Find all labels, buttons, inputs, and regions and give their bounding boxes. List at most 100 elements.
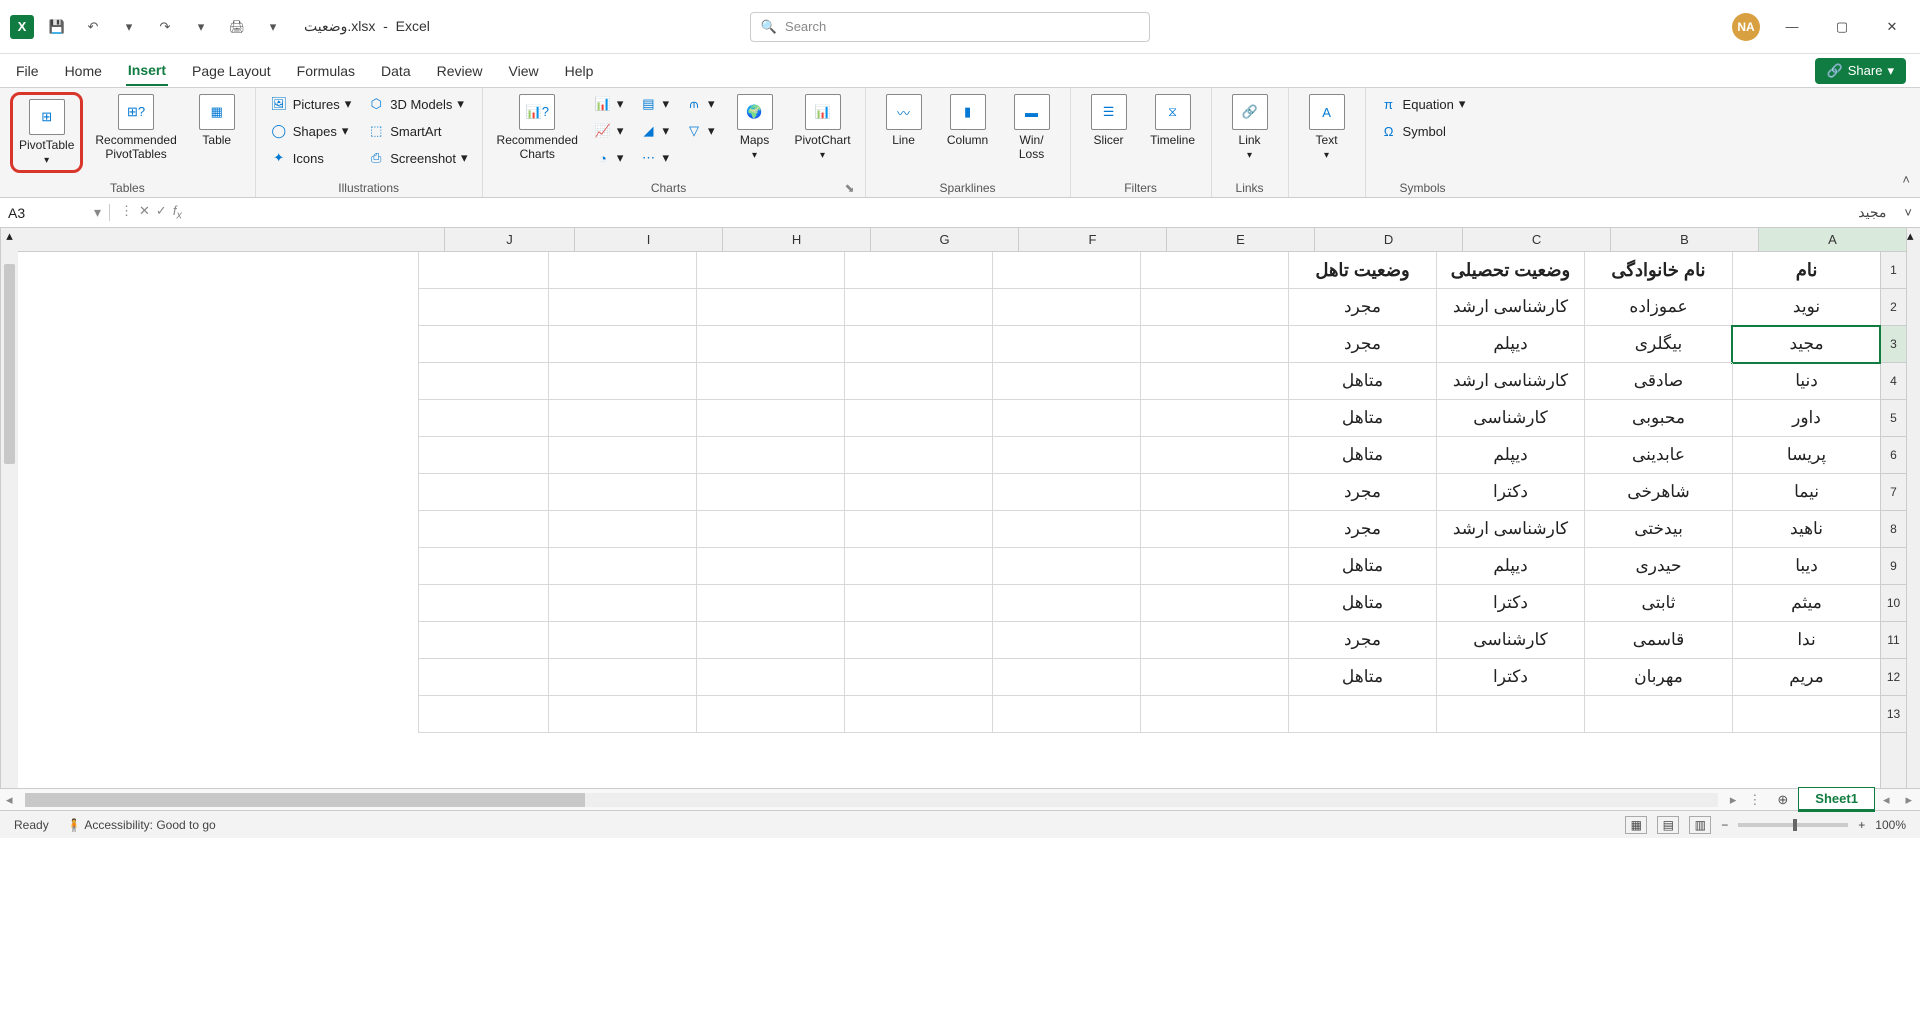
cell-F4[interactable] xyxy=(992,363,1140,400)
area-chart-button[interactable]: ◢▾ xyxy=(635,119,673,143)
cell-J5[interactable] xyxy=(418,400,548,437)
row-header[interactable]: 1 xyxy=(1881,252,1906,289)
cell-B12[interactable]: مهربان xyxy=(1584,659,1732,696)
cell-I3[interactable] xyxy=(548,326,696,363)
cell-A13[interactable] xyxy=(1732,696,1880,733)
cell-A9[interactable]: دیبا xyxy=(1732,548,1880,585)
cell-A1[interactable]: نام xyxy=(1732,252,1880,289)
tab-view[interactable]: View xyxy=(507,57,541,85)
col-header-H[interactable]: H xyxy=(722,228,870,251)
row-header[interactable]: 5 xyxy=(1881,400,1906,437)
cell-C3[interactable]: دیپلم xyxy=(1436,326,1584,363)
tab-insert[interactable]: Insert xyxy=(126,56,168,86)
qat-customize-icon[interactable]: ▾ xyxy=(260,14,286,40)
cell-H7[interactable] xyxy=(696,474,844,511)
undo-icon[interactable]: ↶ xyxy=(80,14,106,40)
cancel-formula-icon[interactable]: ✕ xyxy=(139,203,150,222)
redo-icon[interactable]: ↷ xyxy=(152,14,178,40)
cell-B3[interactable]: بیگلری xyxy=(1584,326,1732,363)
cell-D7[interactable]: مجرد xyxy=(1288,474,1436,511)
formula-input[interactable]: مجید xyxy=(192,204,1897,221)
cell-F12[interactable] xyxy=(992,659,1140,696)
row-header[interactable]: 9 xyxy=(1881,548,1906,585)
scatter-chart-button[interactable]: ⋯▾ xyxy=(635,146,673,170)
cell-B10[interactable]: ثابتی xyxy=(1584,585,1732,622)
cell-J10[interactable] xyxy=(418,585,548,622)
cell-H10[interactable] xyxy=(696,585,844,622)
pie-chart-button[interactable]: ◔▾ xyxy=(590,146,628,170)
cell-G6[interactable] xyxy=(844,437,992,474)
maps-button[interactable]: 🌍 Maps ▾ xyxy=(727,92,783,163)
cell-B6[interactable]: عابدینی xyxy=(1584,437,1732,474)
cell-D2[interactable]: مجرد xyxy=(1288,289,1436,326)
cell-B13[interactable] xyxy=(1584,696,1732,733)
cell-F5[interactable] xyxy=(992,400,1140,437)
fx-icon[interactable]: fx xyxy=(173,203,182,222)
cell-C7[interactable]: دکترا xyxy=(1436,474,1584,511)
cell-A8[interactable]: ناهید xyxy=(1732,511,1880,548)
undo-dropdown-icon[interactable]: ▾ xyxy=(116,14,142,40)
cell-I10[interactable] xyxy=(548,585,696,622)
row-header[interactable]: 6 xyxy=(1881,437,1906,474)
enter-formula-icon[interactable]: ✓ xyxy=(156,203,167,222)
cell-C10[interactable]: دکترا xyxy=(1436,585,1584,622)
cell-D5[interactable]: متاهل xyxy=(1288,400,1436,437)
bar-chart-button[interactable]: ▤▾ xyxy=(635,92,673,116)
cell-J9[interactable] xyxy=(418,548,548,585)
cell-J11[interactable] xyxy=(418,622,548,659)
cell-D11[interactable]: مجرد xyxy=(1288,622,1436,659)
close-button[interactable]: ✕ xyxy=(1874,9,1910,45)
cell-J3[interactable] xyxy=(418,326,548,363)
cell-I8[interactable] xyxy=(548,511,696,548)
row-header[interactable]: 10 xyxy=(1881,585,1906,622)
user-avatar[interactable]: NA xyxy=(1732,13,1760,41)
cell-F8[interactable] xyxy=(992,511,1140,548)
screenshot-button[interactable]: ⎙Screenshot ▾ xyxy=(363,146,471,170)
cell-C4[interactable]: کارشناسی ارشد xyxy=(1436,363,1584,400)
zoom-slider[interactable] xyxy=(1738,823,1848,827)
cell-F7[interactable] xyxy=(992,474,1140,511)
cell-H13[interactable] xyxy=(696,696,844,733)
tab-review[interactable]: Review xyxy=(435,57,485,85)
cell-I12[interactable] xyxy=(548,659,696,696)
smartart-button[interactable]: ⬚SmartArt xyxy=(363,119,471,143)
cell-B4[interactable]: صادقی xyxy=(1584,363,1732,400)
sparkline-line-button[interactable]: 〰Line xyxy=(876,92,932,149)
cell-H1[interactable] xyxy=(696,252,844,289)
cell-A5[interactable]: داور xyxy=(1732,400,1880,437)
cell-A10[interactable]: میثم xyxy=(1732,585,1880,622)
tab-formulas[interactable]: Formulas xyxy=(295,57,357,85)
recommended-pivottables-button[interactable]: ⊞? Recommended PivotTables xyxy=(91,92,180,164)
cell-A11[interactable]: ندا xyxy=(1732,622,1880,659)
print-icon[interactable]: 🖨 xyxy=(224,14,250,40)
cell-G2[interactable] xyxy=(844,289,992,326)
cell-B9[interactable]: حیدری xyxy=(1584,548,1732,585)
cell-C12[interactable]: دکترا xyxy=(1436,659,1584,696)
cell-F11[interactable] xyxy=(992,622,1140,659)
sheet-nav-right[interactable]: ▸ xyxy=(1897,792,1920,808)
cell-A7[interactable]: نیما xyxy=(1732,474,1880,511)
tab-help[interactable]: Help xyxy=(563,57,596,85)
cell-F13[interactable] xyxy=(992,696,1140,733)
col-header-A[interactable]: A xyxy=(1758,228,1906,251)
cell-I11[interactable] xyxy=(548,622,696,659)
pivottable-button[interactable]: ⊞ PivotTable ▾ xyxy=(15,97,78,168)
cell-E11[interactable] xyxy=(1140,622,1288,659)
recommended-charts-button[interactable]: 📊? Recommended Charts xyxy=(493,92,582,164)
cell-G8[interactable] xyxy=(844,511,992,548)
col-header-F[interactable]: F xyxy=(1018,228,1166,251)
cell-A12[interactable]: مریم xyxy=(1732,659,1880,696)
symbol-button[interactable]: ΩSymbol xyxy=(1376,119,1470,143)
cell-J1[interactable] xyxy=(418,252,548,289)
row-header[interactable]: 3 xyxy=(1881,326,1906,363)
cell-E10[interactable] xyxy=(1140,585,1288,622)
col-header-J[interactable]: J xyxy=(444,228,574,251)
line-chart-button[interactable]: 📈▾ xyxy=(590,119,628,143)
cell-H11[interactable] xyxy=(696,622,844,659)
col-header-C[interactable]: C xyxy=(1462,228,1610,251)
zoom-in-button[interactable]: + xyxy=(1858,818,1865,832)
name-box[interactable]: A3▾ xyxy=(0,204,110,221)
cell-D3[interactable]: مجرد xyxy=(1288,326,1436,363)
cell-E4[interactable] xyxy=(1140,363,1288,400)
share-button[interactable]: 🔗 Share ▾ xyxy=(1815,58,1906,84)
